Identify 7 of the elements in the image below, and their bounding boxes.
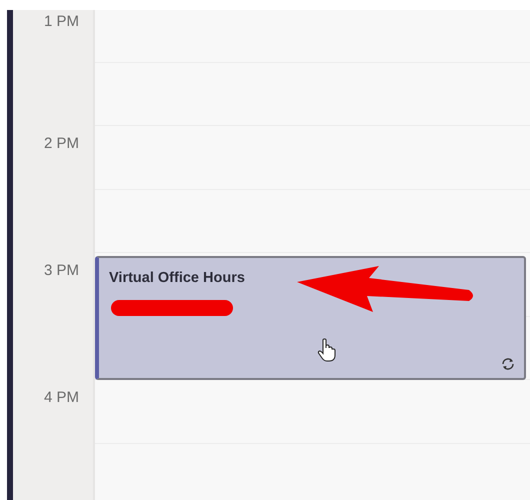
calendar-event[interactable]: Virtual Office Hours: [95, 256, 526, 380]
time-label: 3 PM: [44, 261, 79, 281]
time-label: 1 PM: [44, 12, 79, 32]
hand-cursor-icon: [317, 338, 337, 362]
event-title: Virtual Office Hours: [109, 270, 245, 286]
time-label: 4 PM: [44, 388, 79, 408]
time-label: 2 PM: [44, 134, 79, 154]
